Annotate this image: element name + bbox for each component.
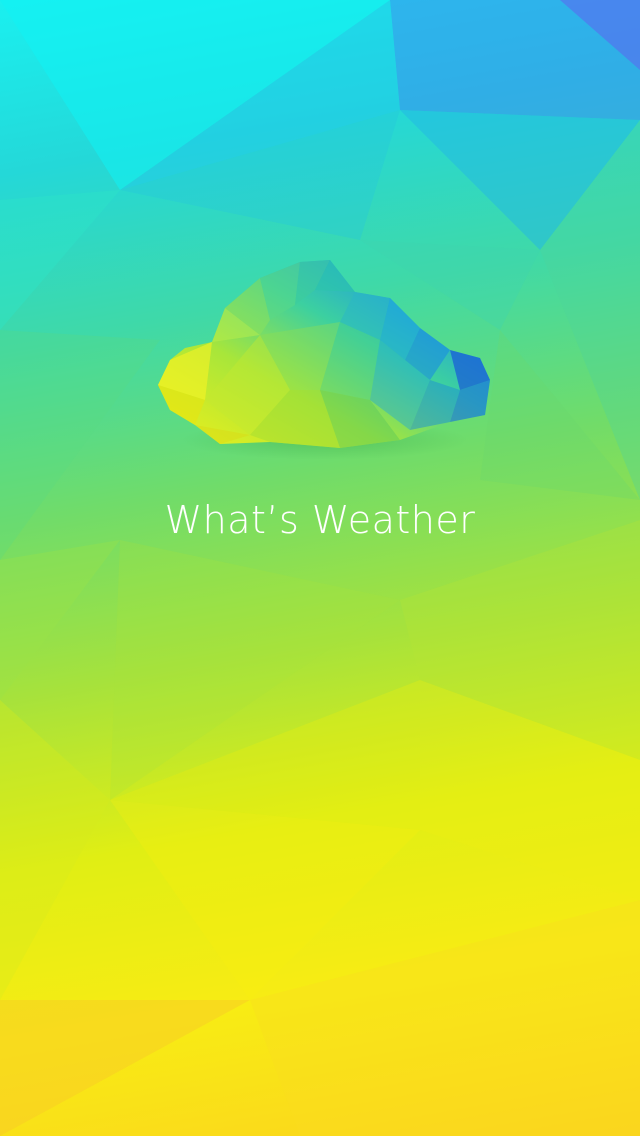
splash-screen: What’s Weather: [0, 0, 640, 1136]
app-title: What’s Weather: [164, 498, 476, 542]
poly-background: [0, 0, 640, 1136]
cloud-icon: [158, 260, 490, 448]
